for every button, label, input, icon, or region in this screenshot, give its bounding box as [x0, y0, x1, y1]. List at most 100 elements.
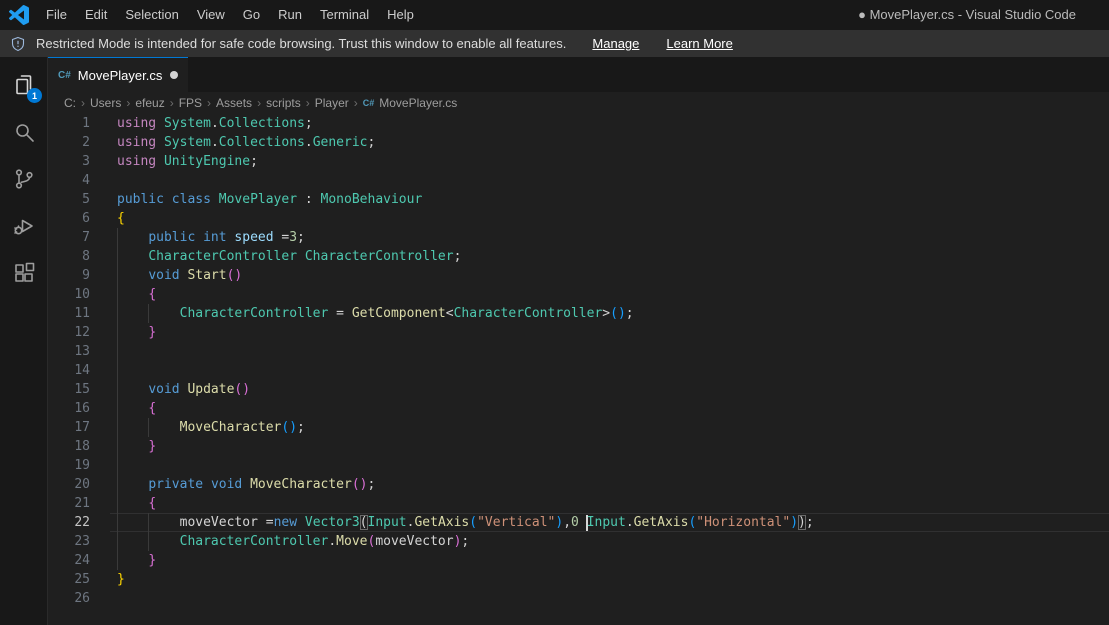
breadcrumb-item[interactable]: scripts [266, 96, 301, 110]
code-line-13[interactable]: 13 [48, 342, 1109, 361]
line-number[interactable]: 18 [48, 437, 110, 456]
menu-selection[interactable]: Selection [116, 0, 187, 30]
code-line-4[interactable]: 4 [48, 171, 1109, 190]
code-line-10[interactable]: 10 { [48, 285, 1109, 304]
line-content[interactable]: CharacterController.Move(moveVector); [110, 532, 1109, 551]
line-number[interactable]: 7 [48, 228, 110, 247]
code-line-18[interactable]: 18 } [48, 437, 1109, 456]
line-content[interactable] [110, 342, 1109, 361]
code-line-6[interactable]: 6{ [48, 209, 1109, 228]
line-number[interactable]: 9 [48, 266, 110, 285]
line-content[interactable]: using UnityEngine; [110, 152, 1109, 171]
line-content[interactable]: public class MovePlayer : MonoBehaviour [110, 190, 1109, 209]
code-line-22[interactable]: 22 moveVector =new Vector3(Input.GetAxis… [48, 513, 1109, 532]
line-content[interactable] [110, 456, 1109, 475]
line-number[interactable]: 8 [48, 247, 110, 266]
line-content[interactable]: void Start() [110, 266, 1109, 285]
code-line-12[interactable]: 12 } [48, 323, 1109, 342]
menu-go[interactable]: Go [234, 0, 269, 30]
code-line-17[interactable]: 17 MoveCharacter(); [48, 418, 1109, 437]
extensions-icon[interactable] [0, 249, 47, 296]
breadcrumb-item[interactable]: Assets [216, 96, 252, 110]
line-content[interactable]: { [110, 494, 1109, 513]
editor[interactable]: 1 using System.Collections; 2 using System.… [48, 114, 1109, 625]
line-content[interactable]: private void MoveCharacter(); [110, 475, 1109, 494]
line-content[interactable]: CharacterController CharacterController; [110, 247, 1109, 266]
code-line-16[interactable]: 16 { [48, 399, 1109, 418]
line-number[interactable]: 13 [48, 342, 110, 361]
breadcrumb-item[interactable]: C: [64, 96, 76, 110]
tab-moveplayer-cs[interactable]: C# MovePlayer.cs [48, 57, 188, 92]
menu-view[interactable]: View [188, 0, 234, 30]
line-number[interactable]: 6 [48, 209, 110, 228]
menu-run[interactable]: Run [269, 0, 311, 30]
breadcrumb-item[interactable]: efeuz [135, 96, 164, 110]
line-number[interactable]: 19 [48, 456, 110, 475]
code-line-2[interactable]: 2 using System.Collections.Generic; [48, 133, 1109, 152]
line-content[interactable]: using System.Collections; [110, 114, 1109, 133]
line-number[interactable]: 17 [48, 418, 110, 437]
line-content[interactable]: } [110, 437, 1109, 456]
code-line-23[interactable]: 23 CharacterController.Move(moveVector); [48, 532, 1109, 551]
code-line-11[interactable]: 11 CharacterController = GetComponent<Ch… [48, 304, 1109, 323]
line-number[interactable]: 21 [48, 494, 110, 513]
line-content[interactable]: { [110, 399, 1109, 418]
breadcrumb-item[interactable]: FPS [179, 96, 202, 110]
line-content[interactable]: { [110, 285, 1109, 304]
line-content[interactable] [110, 589, 1109, 608]
code-line-1[interactable]: 1 using System.Collections; [48, 114, 1109, 133]
code-line-21[interactable]: 21 { [48, 494, 1109, 513]
line-content[interactable] [110, 171, 1109, 190]
code-line-8[interactable]: 8 CharacterController CharacterControlle… [48, 247, 1109, 266]
code-line-15[interactable]: 15 void Update() [48, 380, 1109, 399]
breadcrumb-item[interactable]: MovePlayer.cs [379, 96, 457, 110]
code-line-26[interactable]: 26 [48, 589, 1109, 608]
source-control-icon[interactable] [0, 155, 47, 202]
line-content[interactable]: void Update() [110, 380, 1109, 399]
line-content[interactable]: MoveCharacter(); [110, 418, 1109, 437]
line-content[interactable]: } [110, 323, 1109, 342]
line-number[interactable]: 23 [48, 532, 110, 551]
line-number[interactable]: 2 [48, 133, 110, 152]
line-content[interactable]: } [110, 551, 1109, 570]
line-number[interactable]: 10 [48, 285, 110, 304]
code-line-19[interactable]: 19 [48, 456, 1109, 475]
code-line-9[interactable]: 9 void Start() [48, 266, 1109, 285]
breadcrumb-item[interactable]: Users [90, 96, 121, 110]
code-line-24[interactable]: 24 } [48, 551, 1109, 570]
code-line-7[interactable]: 7 public int speed =3; [48, 228, 1109, 247]
line-number[interactable]: 1 [48, 114, 110, 133]
explorer-icon[interactable]: 1 [0, 61, 47, 108]
line-content[interactable]: CharacterController = GetComponent<Chara… [110, 304, 1109, 323]
line-number[interactable]: 26 [48, 589, 110, 608]
line-content[interactable]: public int speed =3; [110, 228, 1109, 247]
breadcrumb-item[interactable]: Player [315, 96, 349, 110]
line-number[interactable]: 20 [48, 475, 110, 494]
manage-link[interactable]: Manage [592, 36, 639, 51]
menu-help[interactable]: Help [378, 0, 423, 30]
menu-edit[interactable]: Edit [76, 0, 116, 30]
menu-terminal[interactable]: Terminal [311, 0, 378, 30]
code-line-25[interactable]: 25} [48, 570, 1109, 589]
learn-more-link[interactable]: Learn More [666, 36, 732, 51]
line-content[interactable]: } [110, 570, 1109, 589]
run-and-debug-icon[interactable] [0, 202, 47, 249]
line-number[interactable]: 14 [48, 361, 110, 380]
modified-dot-icon[interactable] [170, 71, 178, 79]
line-number[interactable]: 25 [48, 570, 110, 589]
line-content[interactable]: { [110, 209, 1109, 228]
line-content[interactable]: using System.Collections.Generic; [110, 133, 1109, 152]
line-number[interactable]: 4 [48, 171, 110, 190]
code-line-3[interactable]: 3 using UnityEngine; [48, 152, 1109, 171]
search-icon[interactable] [0, 108, 47, 155]
line-number[interactable]: 22 [48, 513, 110, 532]
line-number[interactable]: 11 [48, 304, 110, 323]
line-number[interactable]: 16 [48, 399, 110, 418]
line-number[interactable]: 24 [48, 551, 110, 570]
line-content[interactable]: moveVector =new Vector3(Input.GetAxis("V… [110, 513, 1109, 532]
code-line-20[interactable]: 20 private void MoveCharacter(); [48, 475, 1109, 494]
line-number[interactable]: 5 [48, 190, 110, 209]
line-number[interactable]: 15 [48, 380, 110, 399]
code-line-14[interactable]: 14 [48, 361, 1109, 380]
line-number[interactable]: 3 [48, 152, 110, 171]
